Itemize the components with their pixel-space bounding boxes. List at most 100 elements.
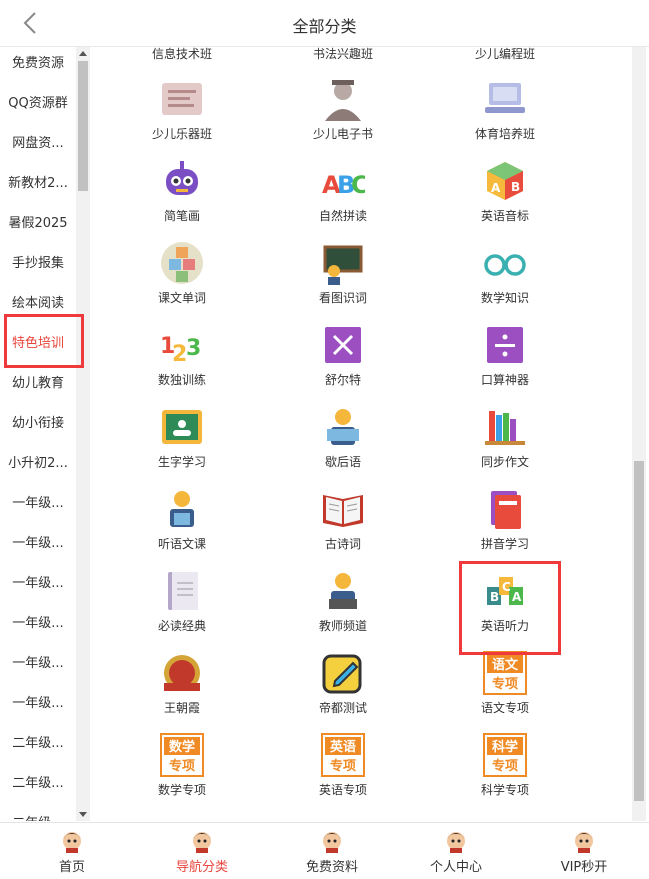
sidebar-item[interactable]: 一年级... bbox=[0, 484, 76, 524]
tab-label: 免费资料 bbox=[305, 860, 358, 875]
sidebar-item[interactable]: 二年级... bbox=[0, 724, 76, 764]
sidebar-item[interactable]: QQ资源群 bbox=[0, 84, 76, 124]
category-label: 必读经典 bbox=[157, 619, 206, 633]
category-cell[interactable]: A B 英语音标 bbox=[425, 159, 585, 224]
category-cell[interactable]: 语文 专项 语文专项 bbox=[425, 651, 585, 716]
category-label: 科学专项 bbox=[480, 783, 529, 797]
category-label: 英语专项 bbox=[318, 783, 367, 797]
tab-item[interactable]: 首页 bbox=[7, 823, 137, 879]
numbers-123-icon: 123 bbox=[160, 334, 201, 367]
sidebar-item[interactable]: 一年级... bbox=[0, 564, 76, 604]
svg-text:专项: 专项 bbox=[492, 676, 518, 692]
category-cell[interactable]: 古诗词 bbox=[263, 487, 423, 552]
category-cell[interactable]: 少儿编程班 bbox=[425, 47, 585, 62]
sidebar-item[interactable]: 幼小衔接 bbox=[0, 404, 76, 444]
category-cell[interactable]: 少儿电子书 bbox=[263, 77, 423, 142]
sidebar-item[interactable]: 幼儿教育 bbox=[0, 364, 76, 404]
content-scroll-thumb[interactable] bbox=[634, 461, 644, 801]
category-label: 少儿电子书 bbox=[312, 127, 373, 141]
category-cell[interactable]: 1 2 3 数独训练 bbox=[102, 323, 262, 388]
category-cell[interactable]: 教师频道 bbox=[263, 569, 423, 634]
sidebar-item[interactable]: 新教材2... bbox=[0, 164, 76, 204]
svg-text:英语: 英语 bbox=[329, 739, 356, 755]
category-cell[interactable]: 数学知识 bbox=[425, 241, 585, 306]
category-cell[interactable]: 歇后语 bbox=[263, 405, 423, 470]
category-cell[interactable]: 同步作文 bbox=[425, 405, 585, 470]
category-cell[interactable]: 拼音学习 bbox=[425, 487, 585, 552]
bottom-tab-bar: 首页 导航分类 免费资料 个人中心 VIP秒开 bbox=[0, 822, 649, 879]
category-label: 教师频道 bbox=[318, 619, 367, 633]
tab-item[interactable]: 个人中心 bbox=[391, 823, 521, 879]
category-cell[interactable]: 生字学习 bbox=[102, 405, 262, 470]
category-cell[interactable]: 简笔画 bbox=[102, 159, 262, 224]
sidebar-item[interactable]: 网盘资... bbox=[0, 124, 76, 164]
cartoon-avatar-icon bbox=[323, 832, 341, 853]
svg-text:3: 3 bbox=[186, 336, 201, 361]
category-label: 简笔画 bbox=[163, 209, 200, 223]
sidebar-item[interactable]: 免费资源 bbox=[0, 47, 76, 84]
content-scrollbar[interactable] bbox=[632, 47, 646, 821]
sidebar-scrollbar[interactable] bbox=[76, 47, 90, 821]
scroll-up-icon[interactable] bbox=[79, 51, 87, 56]
category-label: 自然拼读 bbox=[318, 209, 367, 223]
sidebar-item[interactable]: 手抄报集 bbox=[0, 244, 76, 284]
laptop-icon bbox=[485, 83, 525, 113]
category-cell[interactable]: 口算神器 bbox=[425, 323, 585, 388]
scroll-down-icon[interactable] bbox=[79, 812, 87, 817]
svg-text:A: A bbox=[491, 181, 501, 195]
open-book-icon bbox=[323, 495, 363, 527]
category-label: 同步作文 bbox=[480, 455, 529, 469]
tab-item[interactable]: VIP秒开 bbox=[519, 823, 649, 879]
abc-blocks-icon bbox=[161, 242, 203, 284]
category-cell[interactable]: 必读经典 bbox=[102, 569, 262, 634]
category-label: 歇后语 bbox=[324, 455, 361, 469]
category-label: 数学专项 bbox=[157, 783, 206, 797]
sidebar-item[interactable]: 二年级... bbox=[0, 764, 76, 804]
category-cell[interactable]: 少儿乐器班 bbox=[102, 77, 262, 142]
category-cell[interactable]: 英语 专项 英语专项 bbox=[263, 733, 423, 798]
category-cell[interactable]: 信息技术班 bbox=[102, 47, 262, 62]
category-label: 舒尔特 bbox=[324, 373, 361, 387]
tab-item[interactable]: 导航分类 bbox=[137, 823, 267, 879]
edit-pencil-icon bbox=[322, 654, 362, 694]
category-label: 英语音标 bbox=[480, 209, 529, 223]
top-header: 全部分类 bbox=[0, 0, 649, 47]
category-cell[interactable]: 科学 专项 科学专项 bbox=[425, 733, 585, 798]
abc-letters-icon: ABC bbox=[322, 171, 365, 199]
svg-text:C: C bbox=[351, 171, 365, 199]
glasses-icon bbox=[484, 254, 526, 276]
sidebar-item[interactable]: 一年级... bbox=[0, 684, 76, 724]
category-label: 少儿编程班 bbox=[474, 47, 535, 61]
tab-label: 导航分类 bbox=[175, 860, 228, 875]
category-cell[interactable]: 听语文课 bbox=[102, 487, 262, 552]
category-cell[interactable]: 课文单词 bbox=[102, 241, 262, 306]
svg-text:专项: 专项 bbox=[492, 758, 518, 774]
cartoon-avatar-icon bbox=[193, 832, 211, 853]
reader-icon bbox=[327, 409, 359, 445]
sidebar-item[interactable]: 暑假2025 bbox=[0, 204, 76, 244]
category-label: 课文单词 bbox=[157, 291, 206, 305]
category-cell[interactable]: 看图识词 bbox=[263, 241, 423, 306]
abc-cube-icon: AB bbox=[487, 162, 523, 200]
tab-item[interactable]: 免费资料 bbox=[267, 823, 397, 879]
category-cell[interactable]: 舒尔特 bbox=[263, 323, 423, 388]
category-cell[interactable]: 数学 专项 数学专项 bbox=[102, 733, 262, 798]
category-cell[interactable]: 书法兴趣班 bbox=[263, 47, 423, 62]
english-special-icon: 英语专项 bbox=[321, 733, 365, 777]
category-label: 语文专项 bbox=[480, 701, 529, 715]
category-cell[interactable]: A B C 自然拼读 bbox=[263, 159, 423, 224]
category-cell[interactable]: 帝都测试 bbox=[263, 651, 423, 716]
sidebar-item[interactable]: 一年级... bbox=[0, 604, 76, 644]
english-listening-highlight bbox=[459, 561, 561, 655]
category-label: 体育培养班 bbox=[474, 127, 535, 141]
sidebar-item[interactable]: 一年级... bbox=[0, 524, 76, 564]
category-cell[interactable]: 王朝霞 bbox=[102, 651, 262, 716]
badge-logo-icon bbox=[164, 655, 200, 691]
category-cell[interactable]: 体育培养班 bbox=[425, 77, 585, 142]
sidebar-scroll-thumb[interactable] bbox=[78, 61, 88, 191]
sidebar-item[interactable]: 二年级... bbox=[0, 804, 76, 821]
bookshelf-icon bbox=[485, 411, 525, 445]
sidebar-item[interactable]: 小升初2... bbox=[0, 444, 76, 484]
sidebar-item[interactable]: 一年级... bbox=[0, 644, 76, 684]
category-label: 数独训练 bbox=[157, 373, 206, 387]
